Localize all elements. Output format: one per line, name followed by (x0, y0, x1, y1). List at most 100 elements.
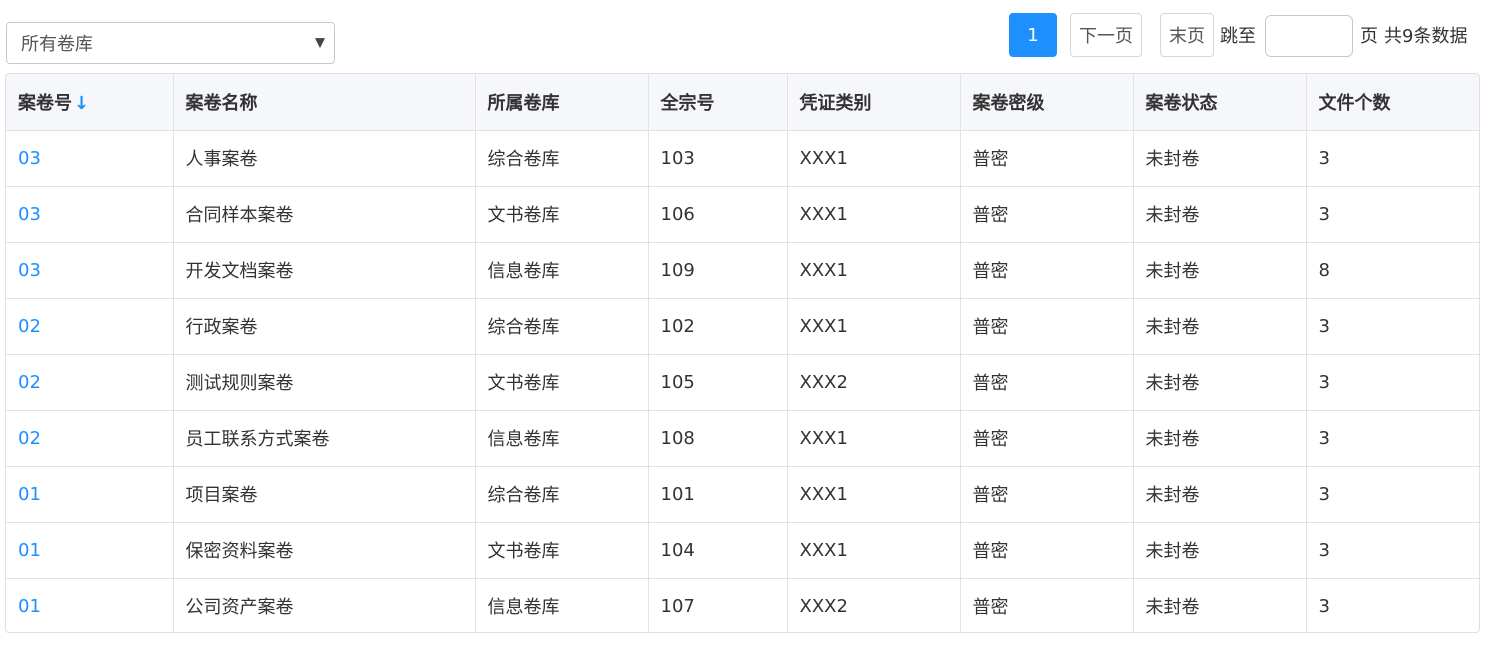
caret-down-icon: ▼ (315, 35, 325, 51)
header-library: 所属卷库 (475, 74, 649, 131)
voucher-cell: XXX2 (787, 354, 961, 411)
library-cell: 综合卷库 (475, 298, 649, 355)
secret-cell: 普密 (960, 578, 1134, 632)
library-cell: 综合卷库 (475, 130, 649, 187)
fonds-cell: 108 (648, 410, 788, 467)
table-row: 01 公司资产案卷 信息卷库 107 XXX2 普密 未封卷 3 (6, 578, 1479, 632)
page-suffix-label: 页 (1360, 26, 1378, 47)
count-cell: 3 (1318, 595, 1330, 617)
toolbar: 所有卷库 ▼ 1 下一页 末页 跳至 页 共9条数据 (0, 0, 1487, 70)
count-cell: 3 (1306, 298, 1479, 355)
status-cell: 未封卷 (1133, 354, 1307, 411)
dossier-name-cell: 保密资料案卷 (173, 522, 476, 579)
status-cell: 未封卷 (1133, 522, 1307, 579)
library-filter-value: 所有卷库 (21, 34, 93, 55)
dossier-no-link[interactable]: 03 (6, 186, 174, 243)
dossier-no-link[interactable]: 01 (6, 578, 174, 632)
fonds-cell: 105 (648, 354, 788, 411)
dossier-no-link[interactable]: 02 (6, 354, 174, 411)
header-file-count: 文件个数 (1306, 74, 1479, 131)
table-row: 01 项目案卷 综合卷库 101 XXX1 普密 未封卷 3 (6, 466, 1479, 523)
table-row: 02 测试规则案卷 文书卷库 105 XXX2 普密 未封卷 3 (6, 354, 1479, 411)
dossier-no-link[interactable]: 03 (6, 130, 174, 187)
secret-cell: 普密 (960, 242, 1134, 299)
count-cell: 3 (1306, 466, 1479, 523)
library-cell: 综合卷库 (475, 466, 649, 523)
voucher-cell: XXX1 (787, 186, 961, 243)
status-cell: 未封卷 (1133, 298, 1307, 355)
voucher-cell: XXX2 (787, 578, 961, 632)
header-dossier-no-label: 案卷号 (18, 92, 72, 114)
table-row: 02 行政案卷 综合卷库 102 XXX1 普密 未封卷 3 (6, 298, 1479, 355)
dossier-no-link[interactable]: 02 (6, 298, 174, 355)
secret-cell: 普密 (960, 466, 1134, 523)
voucher-cell: XXX1 (787, 298, 961, 355)
table-row: 03 开发文档案卷 信息卷库 109 XXX1 普密 未封卷 8 (6, 242, 1479, 299)
dossier-name-cell: 项目案卷 (173, 466, 476, 523)
table-row: 02 员工联系方式案卷 信息卷库 108 XXX1 普密 未封卷 3 (6, 410, 1479, 467)
voucher-cell: XXX1 (787, 130, 961, 187)
library-cell: 信息卷库 (475, 410, 649, 467)
next-page-button[interactable]: 下一页 (1070, 13, 1142, 57)
voucher-cell: XXX1 (787, 410, 961, 467)
secret-cell: 普密 (960, 130, 1134, 187)
dossier-no-link[interactable]: 02 (6, 410, 174, 467)
status-cell: 未封卷 (1133, 466, 1307, 523)
dossier-no-link[interactable]: 01 (6, 466, 174, 523)
secret-cell: 普密 (960, 298, 1134, 355)
voucher-cell: XXX1 (787, 242, 961, 299)
header-secret-level: 案卷密级 (960, 74, 1134, 131)
dossier-name-cell: 开发文档案卷 (173, 242, 476, 299)
jump-label: 跳至 (1220, 26, 1256, 47)
sort-desc-icon[interactable]: ↓ (74, 93, 89, 114)
library-cell: 文书卷库 (475, 186, 649, 243)
status-cell: 未封卷 (1133, 410, 1307, 467)
last-page-button[interactable]: 末页 (1160, 13, 1214, 57)
dossier-no-link[interactable]: 03 (6, 242, 174, 299)
dossier-name-cell: 人事案卷 (173, 130, 476, 187)
table-row: 03 人事案卷 综合卷库 103 XXX1 普密 未封卷 3 (6, 130, 1479, 187)
secret-cell: 普密 (960, 410, 1134, 467)
table-body: 03 人事案卷 综合卷库 103 XXX1 普密 未封卷 3 03 合同样本案卷… (6, 130, 1479, 632)
library-cell: 信息卷库 (475, 578, 649, 632)
count-cell: 3 (1306, 410, 1479, 467)
fonds-cell: 101 (648, 466, 788, 523)
fonds-cell: 104 (648, 522, 788, 579)
voucher-cell: XXX1 (787, 466, 961, 523)
status-cell: 未封卷 (1133, 186, 1307, 243)
fonds-cell: 107 (648, 578, 788, 632)
library-cell: 文书卷库 (475, 354, 649, 411)
count-cell: 3 (1306, 354, 1479, 411)
count-cell: 3 (1306, 186, 1479, 243)
count-cell: 3 (1306, 130, 1479, 187)
library-filter-select[interactable]: 所有卷库 ▼ (6, 22, 335, 64)
count-cell: 8 (1306, 242, 1479, 299)
jump-page-input[interactable] (1265, 15, 1353, 57)
library-cell: 文书卷库 (475, 522, 649, 579)
header-dossier-name: 案卷名称 (173, 74, 476, 131)
dossier-name-cell: 测试规则案卷 (173, 354, 476, 411)
status-cell: 未封卷 (1133, 578, 1307, 632)
header-dossier-no[interactable]: 案卷号 ↓ (6, 74, 174, 131)
total-count-text: 共9条数据 (1384, 26, 1468, 47)
page-1-button[interactable]: 1 (1009, 13, 1057, 57)
fonds-cell: 102 (648, 298, 788, 355)
status-cell: 未封卷 (1133, 242, 1307, 299)
table-header-row: 案卷号 ↓ 案卷名称 所属卷库 全宗号 凭证类别 案卷密级 案卷状态 文件个数 (6, 74, 1479, 131)
status-cell: 未封卷 (1133, 130, 1307, 187)
fonds-cell: 103 (648, 130, 788, 187)
fonds-cell: 106 (648, 186, 788, 243)
table-row: 01 保密资料案卷 文书卷库 104 XXX1 普密 未封卷 3 (6, 522, 1479, 579)
fonds-cell: 109 (648, 242, 788, 299)
dossier-name-cell: 合同样本案卷 (173, 186, 476, 243)
header-voucher-type: 凭证类别 (787, 74, 961, 131)
count-cell: 3 (1306, 522, 1479, 579)
secret-cell: 普密 (960, 522, 1134, 579)
table-row: 03 合同样本案卷 文书卷库 106 XXX1 普密 未封卷 3 (6, 186, 1479, 243)
secret-cell: 普密 (960, 354, 1134, 411)
dossier-name-cell: 行政案卷 (173, 298, 476, 355)
header-fonds-no: 全宗号 (648, 74, 788, 131)
dossier-name-cell: 公司资产案卷 (173, 578, 476, 632)
secret-cell: 普密 (960, 186, 1134, 243)
dossier-no-link[interactable]: 01 (6, 522, 174, 579)
